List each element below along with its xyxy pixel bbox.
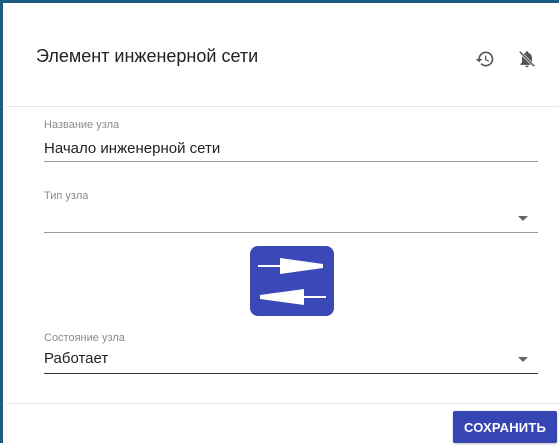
notifications-off-button[interactable] [514,46,540,72]
node-state-label: Состояние узла [44,332,125,344]
chevron-down-icon[interactable] [518,357,528,362]
node-type-label: Тип узла [44,190,89,202]
bell-off-icon [518,50,536,68]
node-type-preview [250,246,334,316]
bidirectional-arrows-icon [258,258,326,305]
node-name-label: Название узла [44,119,120,131]
node-name-underline [44,161,538,162]
node-state-underline [44,373,538,374]
node-state-select[interactable]: Работает [44,350,108,367]
save-button[interactable]: СОХРАНИТЬ [453,411,557,443]
dialog-window: Элемент инженерной сети Название узла На… [0,0,559,443]
chevron-down-icon[interactable] [518,216,528,221]
node-name-input[interactable]: Начало инженерной сети [44,140,220,157]
dialog-header: Элемент инженерной сети [6,6,559,107]
history-icon [475,51,494,67]
node-type-field[interactable]: Тип узла [44,190,538,236]
node-state-field[interactable]: Состояние узла Работает [44,332,538,378]
node-name-field[interactable]: Название узла Начало инженерной сети [44,119,538,165]
node-type-underline [44,232,538,233]
history-button[interactable] [472,46,498,72]
dialog-title: Элемент инженерной сети [36,46,259,66]
